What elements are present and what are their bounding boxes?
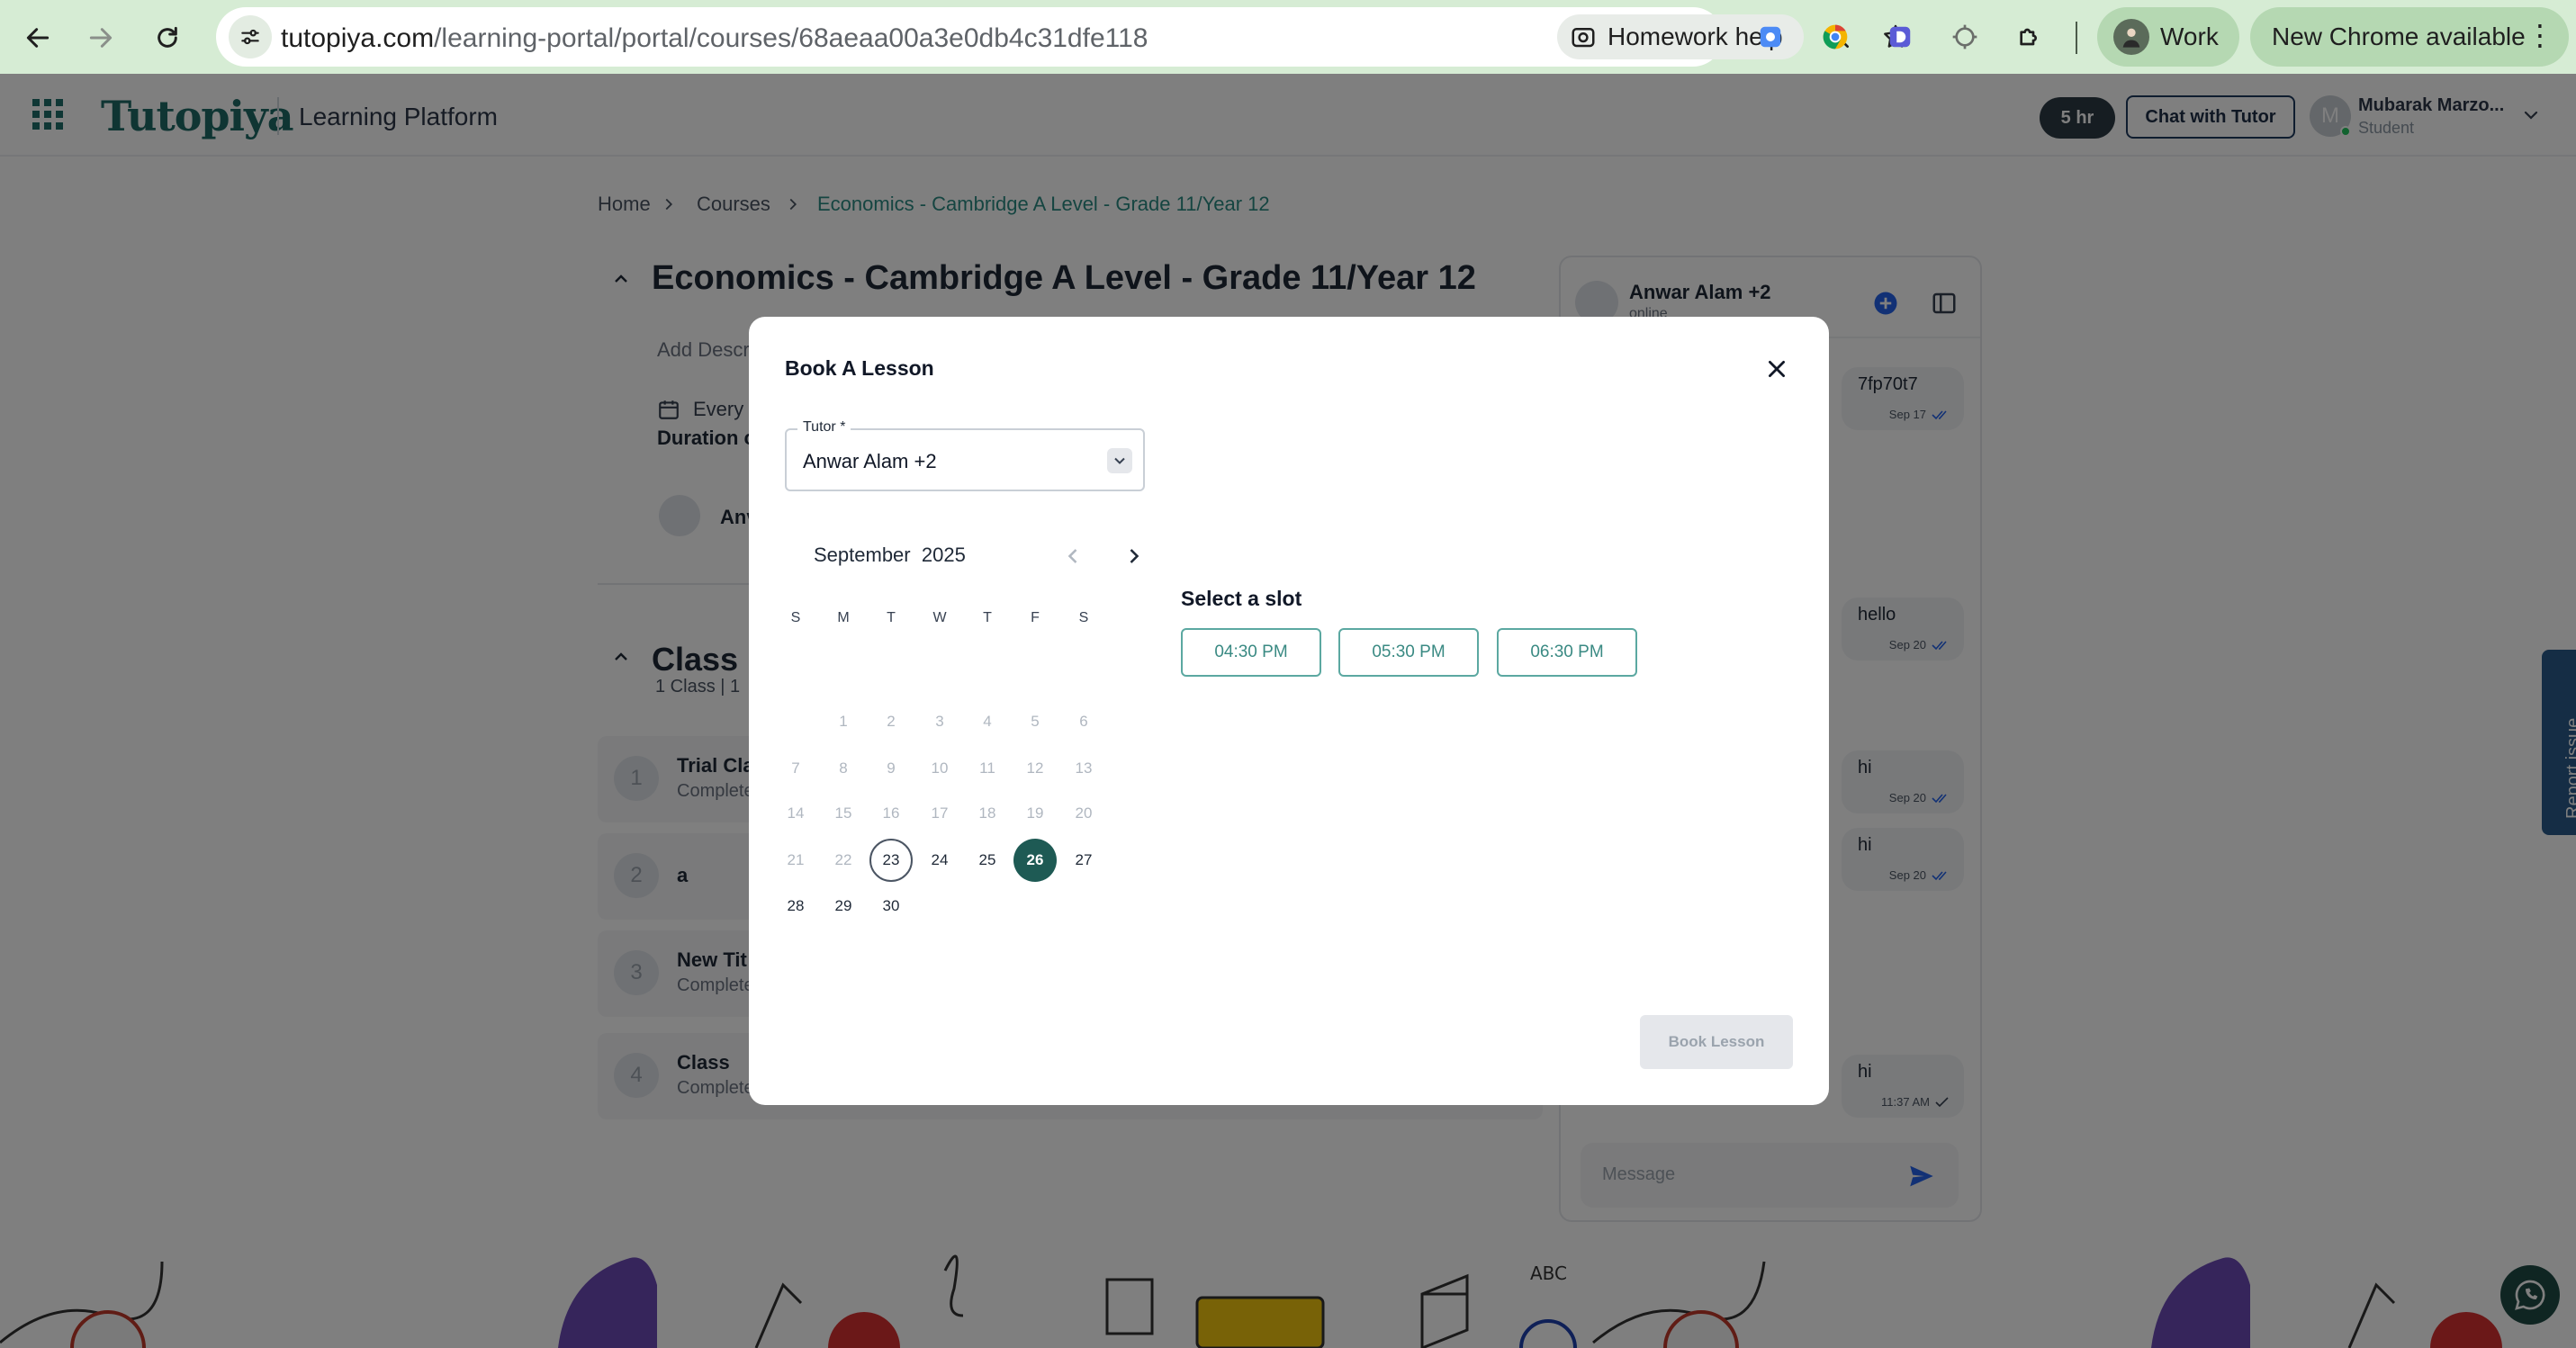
calendar-weekday-label: M [837,610,850,625]
modal-title: Book A Lesson [785,356,934,380]
previous-month-chevron-left-icon[interactable] [1060,544,1085,569]
calendar-weekday-label: W [932,610,947,625]
chrome-update-button[interactable]: New Chrome available ⋮ [2250,7,2569,67]
calendar-day: 20 [1075,804,1093,822]
profile-label: Work [2160,22,2219,50]
calendar-day: 9 [887,759,896,777]
address-bar[interactable]: tutopiya.com/learning-portal/portal/cour… [216,7,1907,67]
back-arrow-icon [26,28,50,48]
calendar-day[interactable]: 24 [918,839,961,882]
calendar-day: 22 [834,851,852,868]
calendar-day[interactable]: 29 [822,885,865,928]
next-month-chevron-right-icon[interactable] [1121,544,1147,569]
calendar-day: 17 [931,804,949,822]
url-text: tutopiya.com/learning-portal/portal/cour… [281,23,1148,53]
calendar-day: 21 [787,851,805,868]
time-slot-button[interactable]: 06:30 PM [1497,628,1637,677]
calendar-day: 7 [791,759,800,777]
calendar-day: 3 [935,713,944,730]
calendar-day[interactable]: 28 [774,885,817,928]
extensions-puzzle-icon[interactable] [2009,16,2050,58]
forward-arrow-icon [89,28,113,48]
calendar-day[interactable]: 23 [869,839,913,882]
book-lesson-modal: Book A Lesson Tutor * Anwar Alam +2 Sept… [749,317,1829,1105]
calendar-day: 1 [839,713,848,730]
extension-d-icon[interactable] [1879,16,1921,58]
calendar-day: 16 [882,804,900,822]
extension-chrome-color-icon[interactable] [1815,16,1856,58]
calendar-month-label: September 2025 [814,544,966,566]
time-slot-button[interactable]: 05:30 PM [1338,628,1479,677]
chrome-update-label: New Chrome available [2272,22,2526,50]
calendar-weekday-label: F [1031,610,1040,625]
calendar-day: 10 [931,759,949,777]
toolbar-divider [2076,22,2077,54]
back-button[interactable] [14,14,61,61]
calendar-day: 4 [983,713,992,730]
chevron-down-icon[interactable] [1107,448,1132,473]
calendar-day: 19 [1026,804,1044,822]
calendar-day: 6 [1079,713,1088,730]
app-page: Tutopiya Learning Platform 5 hr Chat wit… [0,74,2576,1348]
calendar-day: 5 [1031,713,1040,730]
book-lesson-button[interactable]: Book Lesson [1640,1015,1793,1069]
tutor-field-value: Anwar Alam +2 [803,450,937,472]
slot-heading: Select a slot [1181,587,1302,610]
calendar-day: 14 [787,804,805,822]
calendar-day[interactable]: 27 [1062,839,1105,882]
reload-icon [158,26,177,48]
tutor-field-label: Tutor * [797,419,851,436]
calendar-day[interactable]: 30 [869,885,913,928]
calendar-weekday-label: S [790,610,801,625]
lens-icon [1572,28,1595,48]
calendar-day[interactable]: 26 [1013,839,1057,882]
calendar-day[interactable]: 25 [966,839,1009,882]
calendar-day: 12 [1026,759,1044,777]
calendar-weekday-label: T [887,610,896,625]
calendar-day: 13 [1075,759,1093,777]
tutor-select[interactable]: Tutor * Anwar Alam +2 [785,419,1145,491]
profile-button[interactable]: Work [2097,7,2239,67]
extension-screen-recorder-icon[interactable] [1750,16,1791,58]
calendar-day: 2 [887,713,896,730]
calendar-weekday-label: T [983,610,992,625]
close-button[interactable] [1759,351,1795,387]
close-icon [1769,361,1785,377]
calendar-day: 8 [839,759,848,777]
calendar-day: 18 [978,804,996,822]
site-settings-icon[interactable] [229,15,272,58]
calendar-day: 15 [834,804,852,822]
calendar-day: 11 [979,759,995,777]
more-menu-icon[interactable]: ⋮ [2526,20,2554,50]
reload-button[interactable] [144,14,191,61]
profile-avatar-icon [2113,19,2149,55]
forward-button[interactable] [77,14,124,61]
browser-toolbar: tutopiya.com/learning-portal/portal/cour… [0,0,2576,74]
extension-sq-icon[interactable] [1944,16,1986,58]
time-slot-button[interactable]: 04:30 PM [1181,628,1321,677]
calendar-weekday-label: S [1078,610,1089,625]
